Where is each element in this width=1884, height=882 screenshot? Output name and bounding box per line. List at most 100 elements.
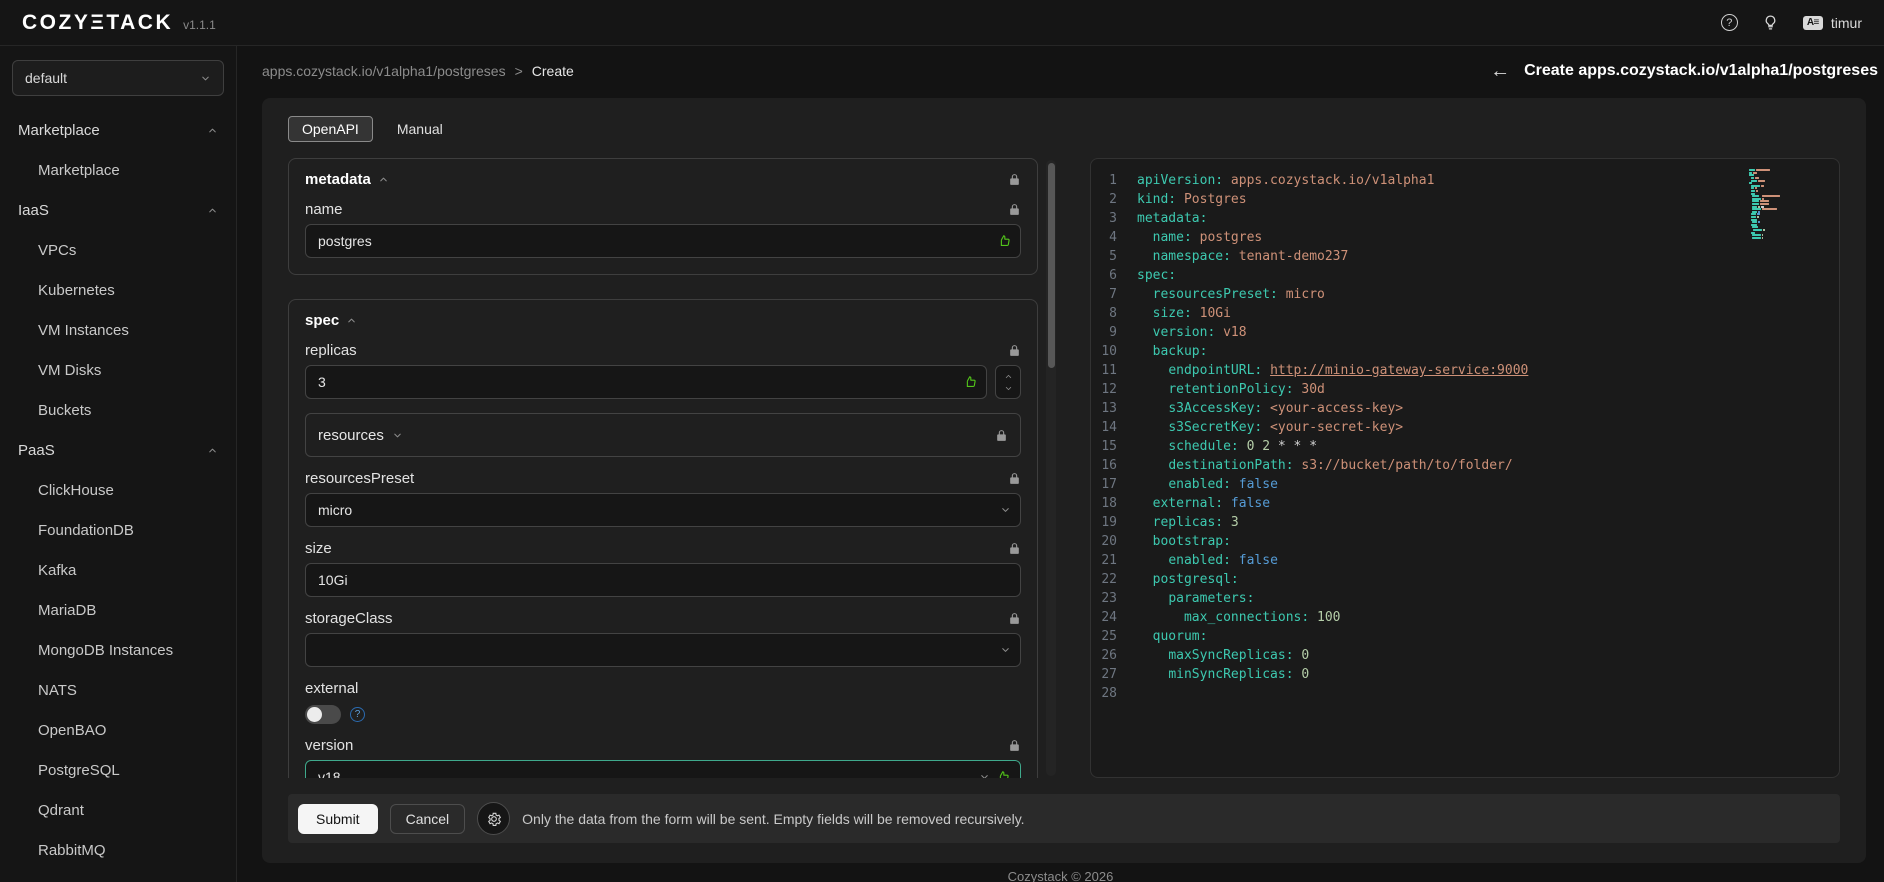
cancel-button[interactable]: Cancel [389, 803, 466, 834]
sidebar-item-mariadb[interactable]: MariaDB [0, 590, 236, 630]
app-window: COZYΞTACK v1.1.1 ? A≡ timur default Mark… [0, 0, 1884, 882]
tab-manual[interactable]: Manual [395, 117, 445, 141]
code-line: 13 s3AccessKey: <your-access-key> [1091, 399, 1839, 418]
code-line: 16 destinationPath: s3://bucket/path/to/… [1091, 456, 1839, 475]
resources-collapse[interactable]: resources [305, 413, 1021, 457]
back-button[interactable]: ← [1490, 61, 1510, 81]
sidebar-group-label: IaaS [18, 201, 49, 219]
settings-button[interactable] [477, 802, 511, 835]
version-value: v18 [318, 769, 341, 778]
sidebar-item-rabbitmq[interactable]: RabbitMQ [0, 830, 236, 870]
external-toggle[interactable] [305, 705, 341, 724]
spec-section-toggle[interactable]: spec [305, 312, 357, 329]
app-logo: COZYΞTACK [22, 10, 174, 34]
line-number: 24 [1101, 610, 1117, 625]
sidebar-group-paas[interactable]: PaaS [0, 430, 236, 470]
lock-icon [1008, 612, 1021, 625]
sidebar-item-openbao[interactable]: OpenBAO [0, 710, 236, 750]
replicas-stepper[interactable] [995, 365, 1021, 399]
code-line: 6 spec: [1091, 266, 1839, 285]
user-menu[interactable]: A≡ timur [1802, 15, 1862, 31]
sidebar-item-kubernetes[interactable]: Kubernetes [0, 270, 236, 310]
storage-class-select[interactable] [305, 633, 1021, 667]
scrollbar-thumb[interactable] [1047, 163, 1055, 368]
code-line: 17 enabled: false [1091, 475, 1839, 494]
line-number: 21 [1101, 553, 1117, 568]
code-line: 11 endpointURL: http://minio-gateway-ser… [1091, 361, 1839, 380]
sidebar-group-label: Marketplace [18, 121, 100, 139]
user-badge-icon: A≡ [1802, 15, 1823, 30]
sidebar-item-vm-instances[interactable]: VM Instances [0, 310, 236, 350]
code-line: 18 external: false [1091, 494, 1839, 513]
sidebar: default Marketplace Marketplace IaaS VPCs Ku… [0, 46, 237, 882]
sidebar-item-mongodb-instances[interactable]: MongoDB Instances [0, 630, 236, 670]
line-number: 12 [1101, 382, 1117, 397]
sidebar-item-buckets[interactable]: Buckets [0, 390, 236, 430]
replicas-input[interactable] [305, 365, 987, 399]
chevron-down-icon [1000, 645, 1011, 656]
sidebar-group-marketplace[interactable]: Marketplace [0, 110, 236, 150]
sidebar-item-qdrant[interactable]: Qdrant [0, 790, 236, 830]
thumbs-up-icon [996, 770, 1011, 779]
submit-button[interactable]: Submit [298, 803, 378, 834]
sidebar-item-clickhouse[interactable]: ClickHouse [0, 470, 236, 510]
help-icon[interactable]: ? [1720, 14, 1738, 31]
name-input[interactable] [305, 224, 1021, 258]
editor-column: 1 apiVersion: apps.cozystack.io/v1alpha1 2… [1090, 158, 1840, 778]
line-number: 8 [1109, 306, 1117, 321]
page-title: Create apps.cozystack.io/v1alpha1/postgr… [1524, 62, 1878, 79]
form-scrollbar[interactable] [1046, 160, 1056, 776]
lock-icon [1008, 173, 1021, 186]
chevron-up-icon [207, 125, 218, 136]
version-select[interactable]: v18 [305, 760, 1021, 778]
line-number: 4 [1109, 230, 1117, 245]
sidebar-nav: Marketplace Marketplace IaaS VPCs Kubernetes… [0, 110, 236, 870]
sidebar-item-marketplace[interactable]: Marketplace [0, 150, 236, 190]
tab-openapi[interactable]: OpenAPI [288, 116, 373, 142]
version-label: v1.1.1 [183, 17, 216, 32]
info-icon[interactable]: ? [350, 707, 365, 722]
storage-class-label: storageClass [305, 610, 393, 627]
lock-icon [1008, 472, 1021, 485]
spec-section: spec replicas 3 resources resourcesPrese… [288, 299, 1038, 778]
top-bar: COZYΞTACK v1.1.1 ? A≡ timur [0, 0, 1884, 46]
thumbs-up-icon [963, 375, 978, 390]
sidebar-item-nats[interactable]: NATS [0, 670, 236, 710]
sidebar-group-iaas[interactable]: IaaS [0, 190, 236, 230]
line-number: 18 [1101, 496, 1117, 511]
chevron-down-icon [200, 73, 211, 84]
chevron-up-icon [346, 315, 357, 326]
line-number: 2 [1109, 192, 1117, 207]
sidebar-item-postgresql[interactable]: PostgreSQL [0, 750, 236, 790]
chevron-up-icon [207, 205, 218, 216]
replicas-label: replicas [305, 342, 357, 359]
minimap[interactable] [1749, 169, 1827, 242]
line-number: 11 [1101, 363, 1117, 378]
code-line: 3 metadata: [1091, 209, 1839, 228]
sidebar-item-foundationdb[interactable]: FoundationDB [0, 510, 236, 550]
line-number: 27 [1101, 667, 1117, 682]
namespace-select[interactable]: default [12, 60, 224, 96]
yaml-editor[interactable]: 1 apiVersion: apps.cozystack.io/v1alpha1 2… [1090, 158, 1840, 778]
thumbs-up-icon [997, 234, 1012, 249]
size-input[interactable] [305, 563, 1021, 597]
chevron-up-icon [1004, 372, 1013, 381]
breadcrumb-path[interactable]: apps.cozystack.io/v1alpha1/postgreses [262, 63, 506, 79]
form-note: Only the data from the form will be sent… [522, 810, 1025, 827]
namespace-select-value: default [25, 70, 68, 86]
sidebar-item-kafka[interactable]: Kafka [0, 550, 236, 590]
code-line: 27 minSyncReplicas: 0 [1091, 665, 1839, 684]
resources-preset-select[interactable]: micro [305, 493, 1021, 527]
form-footer-bar: Submit Cancel Only the data from the for… [288, 794, 1840, 843]
sidebar-item-vm-disks[interactable]: VM Disks [0, 350, 236, 390]
sidebar-item-vpcs[interactable]: VPCs [0, 230, 236, 270]
create-header: ← Create apps.cozystack.io/v1alpha1/post… [1490, 61, 1878, 81]
metadata-section-toggle[interactable]: metadata [305, 171, 389, 188]
mode-tabs: OpenAPI Manual [288, 116, 1840, 142]
line-number: 19 [1101, 515, 1117, 530]
line-number: 10 [1101, 344, 1117, 359]
lightbulb-icon[interactable] [1762, 14, 1779, 31]
line-number: 22 [1101, 572, 1117, 587]
version-label: version [305, 737, 354, 754]
code-line: 21 enabled: false [1091, 551, 1839, 570]
